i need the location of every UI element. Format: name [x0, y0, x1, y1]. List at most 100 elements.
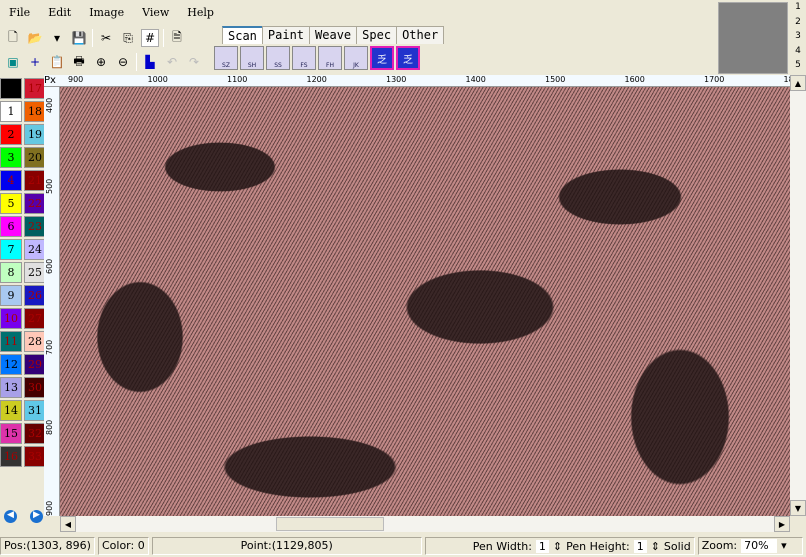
palette-swatch[interactable]: 7: [0, 239, 22, 260]
scroll-up-icon[interactable]: ▲: [790, 75, 806, 91]
paste-icon[interactable]: 📋: [48, 53, 66, 71]
zoom-dropdown-icon[interactable]: ▾: [781, 539, 787, 553]
palette-swatch[interactable]: 15: [0, 423, 22, 444]
zoom-out-icon[interactable]: ⊖: [114, 53, 132, 71]
menu-edit[interactable]: Edit: [39, 6, 80, 19]
ruler-y-label: 700: [45, 339, 54, 355]
menu-view[interactable]: View: [133, 6, 178, 19]
palette-swatch[interactable]: 25: [24, 262, 46, 283]
palette-swatch[interactable]: 13: [0, 377, 22, 398]
ruler-x-label: 1300: [386, 75, 407, 84]
vertical-scrollbar[interactable]: ▲ ▼: [790, 75, 806, 516]
print-icon[interactable]: 🖶: [70, 53, 88, 71]
palette-prev-icon[interactable]: ◀: [4, 510, 17, 523]
scroll-right-icon[interactable]: ▶: [774, 516, 790, 532]
scan-ss-button[interactable]: SS: [266, 46, 290, 70]
palette-next-icon[interactable]: ▶: [30, 510, 43, 523]
palette-swatch[interactable]: 20: [24, 147, 46, 168]
palette-swatch[interactable]: 30: [24, 377, 46, 398]
select-icon[interactable]: ▙: [141, 53, 159, 71]
redo-icon[interactable]: ↷: [185, 53, 203, 71]
preview-page-4[interactable]: 4: [790, 46, 806, 61]
scan-fh-button[interactable]: FH: [318, 46, 342, 70]
palette-swatch[interactable]: 16: [0, 446, 22, 467]
ruler-y-label: 500: [45, 178, 54, 194]
tab-paint[interactable]: Paint: [261, 26, 311, 44]
palette-swatch[interactable]: 31: [24, 400, 46, 421]
preview-page-2[interactable]: 2: [790, 17, 806, 32]
palette-swatch[interactable]: 4: [0, 170, 22, 191]
save-icon[interactable]: 💾: [70, 29, 88, 47]
palette-swatch[interactable]: 26: [24, 285, 46, 306]
print-preview-icon[interactable]: 🗎: [168, 29, 186, 47]
palette-swatch[interactable]: 32: [24, 423, 46, 444]
undo-icon[interactable]: ↶: [163, 53, 181, 71]
cut-icon[interactable]: ✂: [97, 29, 115, 47]
crosshair-icon[interactable]: +: [26, 53, 44, 71]
preview-page-5[interactable]: 5: [790, 60, 806, 75]
scan-z1-button[interactable]: 乏: [370, 46, 394, 70]
palette-swatch[interactable]: 33: [24, 446, 46, 467]
palette-swatch[interactable]: 19: [24, 124, 46, 145]
preview-thumbnail: [718, 2, 788, 74]
palette-swatch[interactable]: 2: [0, 124, 22, 145]
ruler-vertical: 400 500 600 700 800 900: [44, 87, 60, 516]
ruler-horizontal: Px 9001000110012001300140015001600170018…: [44, 75, 790, 87]
scan-sh-button[interactable]: SH: [240, 46, 264, 70]
palette-swatch[interactable]: 28: [24, 331, 46, 352]
dropdown-arrow-icon[interactable]: ▾: [48, 29, 66, 47]
palette-swatch[interactable]: 10: [0, 308, 22, 329]
scan-sz-button[interactable]: SZ: [214, 46, 238, 70]
palette-swatch[interactable]: 9: [0, 285, 22, 306]
palette-swatch[interactable]: 1: [0, 101, 22, 122]
palette-swatch[interactable]: 18: [24, 101, 46, 122]
scan-jk-button[interactable]: JK: [344, 46, 368, 70]
scroll-left-icon[interactable]: ◀: [60, 516, 76, 532]
palette-swatch[interactable]: 24: [24, 239, 46, 260]
palette-swatch[interactable]: 12: [0, 354, 22, 375]
palette-swatch[interactable]: 17: [24, 78, 46, 99]
tab-weave[interactable]: Weave: [309, 26, 358, 44]
scroll-down-icon[interactable]: ▼: [790, 500, 806, 516]
pen-height-input[interactable]: 1: [633, 539, 647, 553]
palette-swatch[interactable]: 27: [24, 308, 46, 329]
horizontal-scrollbar[interactable]: ◀ ▶: [60, 516, 790, 532]
tab-spec[interactable]: Spec: [356, 26, 398, 44]
tab-scan[interactable]: Scan: [222, 26, 263, 44]
ruler-x-label: 1000: [147, 75, 168, 84]
open-folder-icon[interactable]: 📂: [26, 29, 44, 47]
menu-file[interactable]: File: [0, 6, 39, 19]
palette-swatch[interactable]: 5: [0, 193, 22, 214]
new-file-icon[interactable]: 🗋: [4, 29, 22, 47]
pen-height-spinner-icon[interactable]: ⇕: [651, 540, 660, 553]
pen-width-input[interactable]: 1: [535, 539, 549, 553]
zoom-select[interactable]: 70%: [741, 539, 778, 553]
tab-other[interactable]: Other: [396, 26, 445, 44]
ruler-x-label: 900: [68, 75, 84, 84]
palette-swatch[interactable]: 8: [0, 262, 22, 283]
palette-swatch[interactable]: 22: [24, 193, 46, 214]
zoom-in-icon[interactable]: ⊕: [92, 53, 110, 71]
copy-icon[interactable]: ⎘: [119, 29, 137, 47]
palette-swatch[interactable]: 23: [24, 216, 46, 237]
palette-swatch[interactable]: [0, 78, 22, 99]
scan-z2-button[interactable]: 乏: [396, 46, 420, 70]
palette-swatch[interactable]: 11: [0, 331, 22, 352]
palette-swatch[interactable]: 29: [24, 354, 46, 375]
scrollbar-thumb[interactable]: [276, 517, 384, 531]
menu-help[interactable]: Help: [178, 6, 223, 19]
monitor-icon[interactable]: ▣: [4, 53, 22, 71]
palette-swatch[interactable]: 3: [0, 147, 22, 168]
palette-swatch[interactable]: 6: [0, 216, 22, 237]
preview-page-3[interactable]: 3: [790, 31, 806, 46]
image-canvas[interactable]: [60, 87, 790, 516]
pen-style[interactable]: Solid: [664, 540, 691, 553]
menu-image[interactable]: Image: [80, 6, 133, 19]
palette-swatch[interactable]: 21: [24, 170, 46, 191]
grid-icon[interactable]: #: [141, 29, 159, 47]
pen-width-spinner-icon[interactable]: ⇕: [553, 540, 562, 553]
palette-swatch[interactable]: 14: [0, 400, 22, 421]
preview-page-1[interactable]: 1: [790, 2, 806, 17]
scan-fs-button[interactable]: FS: [292, 46, 316, 70]
divider: [163, 29, 164, 47]
